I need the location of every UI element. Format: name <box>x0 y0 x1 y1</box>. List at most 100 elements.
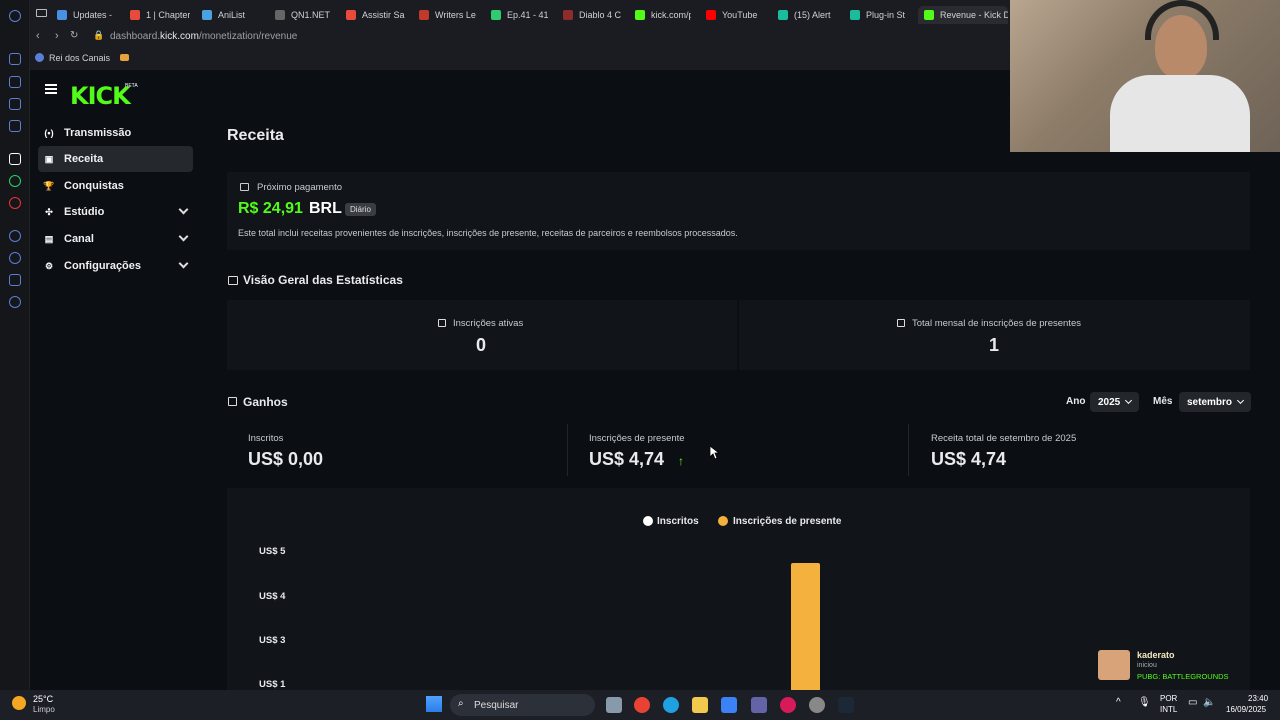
tab-favicon-icon <box>130 10 140 20</box>
network-icon[interactable]: ▭ <box>1188 697 1197 708</box>
volume-icon[interactable]: 🔈 <box>1203 697 1215 708</box>
tab-label: Updates - <box>73 10 113 20</box>
stream-notification[interactable]: kaderato iniciou PUBG: BATTLEGROUNDS <box>1095 645 1275 685</box>
month-select[interactable]: setembro <box>1179 392 1252 412</box>
steam-icon[interactable] <box>838 697 854 713</box>
browser-tab[interactable]: Assistir Sa <box>346 6 406 24</box>
tab-label: 1 | Chapter <box>146 10 190 20</box>
reload-icon[interactable]: ↻ <box>70 30 78 41</box>
browser-tab[interactable]: Updates - <box>57 6 117 24</box>
browser-tab[interactable]: QN1.NET <box>275 6 335 24</box>
browser-tab[interactable]: YouTube <box>706 6 764 24</box>
tab-label: (15) Alert <box>794 10 831 20</box>
task-view-icon[interactable] <box>606 697 622 713</box>
streamer-shirt <box>1110 75 1250 152</box>
sidebar-item-receita[interactable]: ▣ Receita <box>38 146 193 172</box>
chevron-down-icon[interactable] <box>178 258 189 269</box>
browser-tab[interactable]: 1 | Chapter <box>130 6 190 24</box>
tab-favicon-icon <box>202 10 212 20</box>
legend-label[interactable]: Inscrições de presente <box>733 516 841 527</box>
kick-logo[interactable]: KICK <box>70 82 131 110</box>
tab-label: Ep.41 - 41 <box>507 10 549 20</box>
bookmark-item[interactable]: Rei dos Canais <box>49 53 110 63</box>
sidebar-item-label: Configurações <box>64 260 142 272</box>
clock-time[interactable]: 23:40 <box>1248 694 1268 703</box>
forward-icon[interactable]: › <box>55 30 59 42</box>
sidebar-app-icon[interactable] <box>9 98 21 110</box>
settings-icon[interactable] <box>9 296 21 308</box>
tab-favicon-icon <box>635 10 645 20</box>
revenue-icon: ▣ <box>44 153 54 164</box>
tab-favicon-icon <box>706 10 716 20</box>
earnings-gifts-card: Inscrições de presente US$ 4,74 ↑ <box>568 424 908 476</box>
store-icon[interactable] <box>721 697 737 713</box>
sidebar-item-label: Estúdio <box>64 206 105 218</box>
search-icon: ⌕ <box>458 698 464 709</box>
payout-currency: BRL <box>309 200 342 217</box>
lang-secondary[interactable]: INTL <box>1160 705 1177 714</box>
browser-tab[interactable]: AniList <box>202 6 257 24</box>
tab-label: QN1.NET <box>291 10 331 20</box>
chevron-down-icon[interactable] <box>178 231 189 242</box>
notification-action: iniciou <box>1137 662 1157 669</box>
chevron-down-icon <box>1236 396 1245 405</box>
mouse-cursor-icon <box>710 446 720 460</box>
sidebar-item-canal[interactable]: ▤ Canal <box>38 226 193 252</box>
history-icon[interactable] <box>9 252 21 264</box>
browser-tab[interactable]: (15) Alert <box>778 6 838 24</box>
tab-favicon-icon <box>491 10 501 20</box>
edge-icon[interactable] <box>663 697 679 713</box>
back-icon[interactable]: ‹ <box>36 30 40 42</box>
gift-subs-value: 1 <box>989 335 1000 355</box>
url-field[interactable]: dashboard.kick.com/monetization/revenue <box>110 31 297 42</box>
taskbar-search[interactable]: ⌕ Pesquisar <box>450 694 595 716</box>
file-explorer-icon[interactable] <box>692 697 708 713</box>
sidebar-app-icon[interactable] <box>9 274 21 286</box>
app-icon[interactable] <box>809 697 825 713</box>
browser-tab[interactable]: Writers Le <box>419 6 479 24</box>
y-tick-label: US$ 5 <box>259 546 286 557</box>
tray-expand-icon[interactable]: ^ <box>1116 697 1121 708</box>
sidebar-item-transmissao[interactable]: (•) Transmissão <box>38 120 193 146</box>
chevron-down-icon[interactable] <box>178 204 189 215</box>
year-select[interactable]: 2025 <box>1090 392 1140 412</box>
earnings-title: Ganhos <box>243 395 288 409</box>
clock-date[interactable]: 16/09/2025 <box>1226 705 1266 714</box>
tab-label: kick.com/p <box>651 10 691 20</box>
tab-favicon-icon <box>850 10 860 20</box>
payout-card <box>227 172 1250 250</box>
sidebar-app-icon[interactable] <box>9 197 21 209</box>
earnings-subs-card: Inscritos US$ 0,00 <box>227 424 567 476</box>
lang-primary[interactable]: POR <box>1160 694 1177 703</box>
tab-label: Revenue - Kick Das <box>940 10 1008 20</box>
sidebar-app-icon[interactable] <box>9 230 21 242</box>
browser-tab[interactable]: Diablo 4 C <box>563 6 623 24</box>
whatsapp-icon[interactable] <box>9 175 21 187</box>
legend-label[interactable]: Inscritos <box>657 516 699 527</box>
browser-tab[interactable]: kick.com/p <box>635 6 691 24</box>
sidebar-app-icon[interactable] <box>9 153 21 165</box>
sidebar-item-conquistas[interactable]: 🏆 Conquistas <box>38 173 193 199</box>
browser-logo-icon[interactable] <box>9 10 21 22</box>
sidebar-item-estudio[interactable]: ✣ Estúdio <box>38 199 193 225</box>
microphone-icon[interactable]: 🎙 <box>1138 697 1151 708</box>
weather-icon[interactable] <box>12 696 26 710</box>
tab-favicon-icon <box>346 10 356 20</box>
sidebar-app-icon[interactable] <box>9 120 21 132</box>
browser-tab[interactable]: Ep.41 - 41 <box>491 6 549 24</box>
chrome-icon[interactable] <box>634 697 650 713</box>
sidebar-app-icon[interactable] <box>9 76 21 88</box>
browser-tab[interactable]: Plug-in St <box>850 6 910 24</box>
chart-bar-gift-subs[interactable] <box>791 563 820 690</box>
tab-favicon-icon <box>778 10 788 20</box>
windows-start-icon[interactable] <box>426 696 442 712</box>
bookmark-folder-icon[interactable] <box>120 54 129 61</box>
sidebar-app-icon[interactable] <box>9 53 21 65</box>
browser-tab[interactable]: Revenue - Kick Das <box>918 6 1008 24</box>
menu-icon[interactable] <box>45 84 57 94</box>
teams-icon[interactable] <box>751 697 767 713</box>
sidebar-item-configuracoes[interactable]: ⚙ Configurações <box>38 253 193 279</box>
earnings-subs-value: US$ 0,00 <box>248 449 324 469</box>
opera-icon[interactable] <box>780 697 796 713</box>
mail-icon[interactable] <box>36 9 47 17</box>
